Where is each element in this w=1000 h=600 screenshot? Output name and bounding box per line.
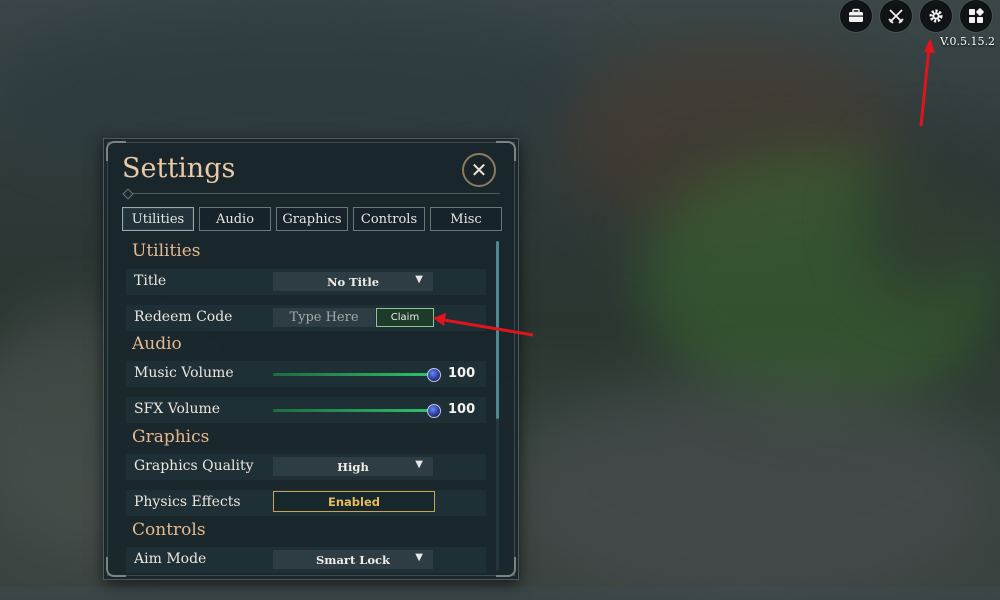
panel-title: Settings	[122, 153, 236, 184]
title-divider	[126, 193, 500, 194]
chevron-down-icon: ▼	[415, 459, 423, 470]
tab-bar: Utilities Audio Graphics Controls Misc	[122, 207, 502, 231]
grid-icon	[969, 8, 984, 23]
slider-handle[interactable]	[427, 368, 441, 382]
setting-label: Music Volume	[134, 365, 234, 381]
sfx-volume-slider[interactable]	[273, 404, 441, 418]
section-heading-controls: Controls	[132, 520, 206, 540]
sfx-volume-value: 100	[448, 402, 476, 417]
title-dropdown[interactable]: No Title ▼	[273, 272, 433, 291]
setting-label: Redeem Code	[134, 309, 233, 325]
settings-content: Utilities Title No Title ▼ Redeem Code T…	[104, 239, 518, 579]
settings-button[interactable]	[920, 0, 952, 32]
slider-fill	[273, 409, 433, 412]
physics-effects-toggle[interactable]: Enabled	[273, 491, 435, 512]
setting-row-physics: Physics Effects Enabled	[126, 490, 486, 516]
briefcase-icon	[849, 8, 863, 22]
slider-handle[interactable]	[427, 404, 441, 418]
setting-label: Title	[134, 273, 167, 289]
slider-fill	[273, 373, 433, 376]
crossed-swords-icon	[888, 9, 904, 24]
section-heading-graphics: Graphics	[132, 427, 210, 447]
tab-misc[interactable]: Misc	[430, 207, 502, 231]
aim-mode-dropdown[interactable]: Smart Lock ▼	[273, 550, 433, 569]
dropdown-value: No Title	[326, 274, 380, 289]
section-heading-audio: Audio	[132, 334, 182, 354]
close-button[interactable]: ✕	[462, 153, 496, 187]
inventory-button[interactable]	[840, 0, 872, 32]
chevron-down-icon: ▼	[415, 274, 423, 285]
settings-panel: Settings ✕ Utilities Audio Graphics Cont…	[103, 138, 519, 580]
setting-row-title: Title No Title ▼	[126, 269, 486, 295]
section-heading-utilities: Utilities	[132, 241, 201, 261]
tab-graphics[interactable]: Graphics	[276, 207, 348, 231]
arrow-to-settings-icon	[919, 38, 935, 127]
setting-label: Aim Mode	[134, 551, 207, 567]
combat-button[interactable]	[880, 0, 912, 32]
setting-row-music: Music Volume 100	[126, 361, 486, 387]
close-icon: ✕	[470, 158, 488, 182]
music-volume-slider[interactable]	[273, 368, 441, 382]
setting-label: Physics Effects	[134, 494, 241, 510]
dropdown-value: Smart Lock	[315, 552, 391, 567]
setting-label: Graphics Quality	[134, 458, 254, 474]
music-volume-value: 100	[448, 366, 476, 381]
menu-button[interactable]	[960, 0, 992, 32]
setting-label: SFX Volume	[134, 401, 221, 417]
gear-icon	[929, 9, 943, 23]
version-label: V.0.5.15.2	[940, 35, 995, 48]
setting-row-aim: Aim Mode Smart Lock ▼	[126, 547, 486, 573]
dropdown-value: High	[337, 459, 369, 474]
chevron-down-icon: ▼	[415, 552, 423, 563]
setting-row-quality: Graphics Quality High ▼	[126, 454, 486, 480]
tab-audio[interactable]: Audio	[199, 207, 271, 231]
claim-button[interactable]: Claim	[376, 308, 434, 327]
corner-ornament	[496, 141, 516, 161]
tab-utilities[interactable]: Utilities	[122, 207, 194, 231]
tab-controls[interactable]: Controls	[353, 207, 425, 231]
setting-row-redeem: Redeem Code Type Here Claim	[126, 305, 486, 331]
graphics-quality-dropdown[interactable]: High ▼	[273, 457, 433, 476]
setting-row-sfx: SFX Volume 100	[126, 397, 486, 423]
redeem-code-input[interactable]: Type Here	[273, 308, 375, 327]
